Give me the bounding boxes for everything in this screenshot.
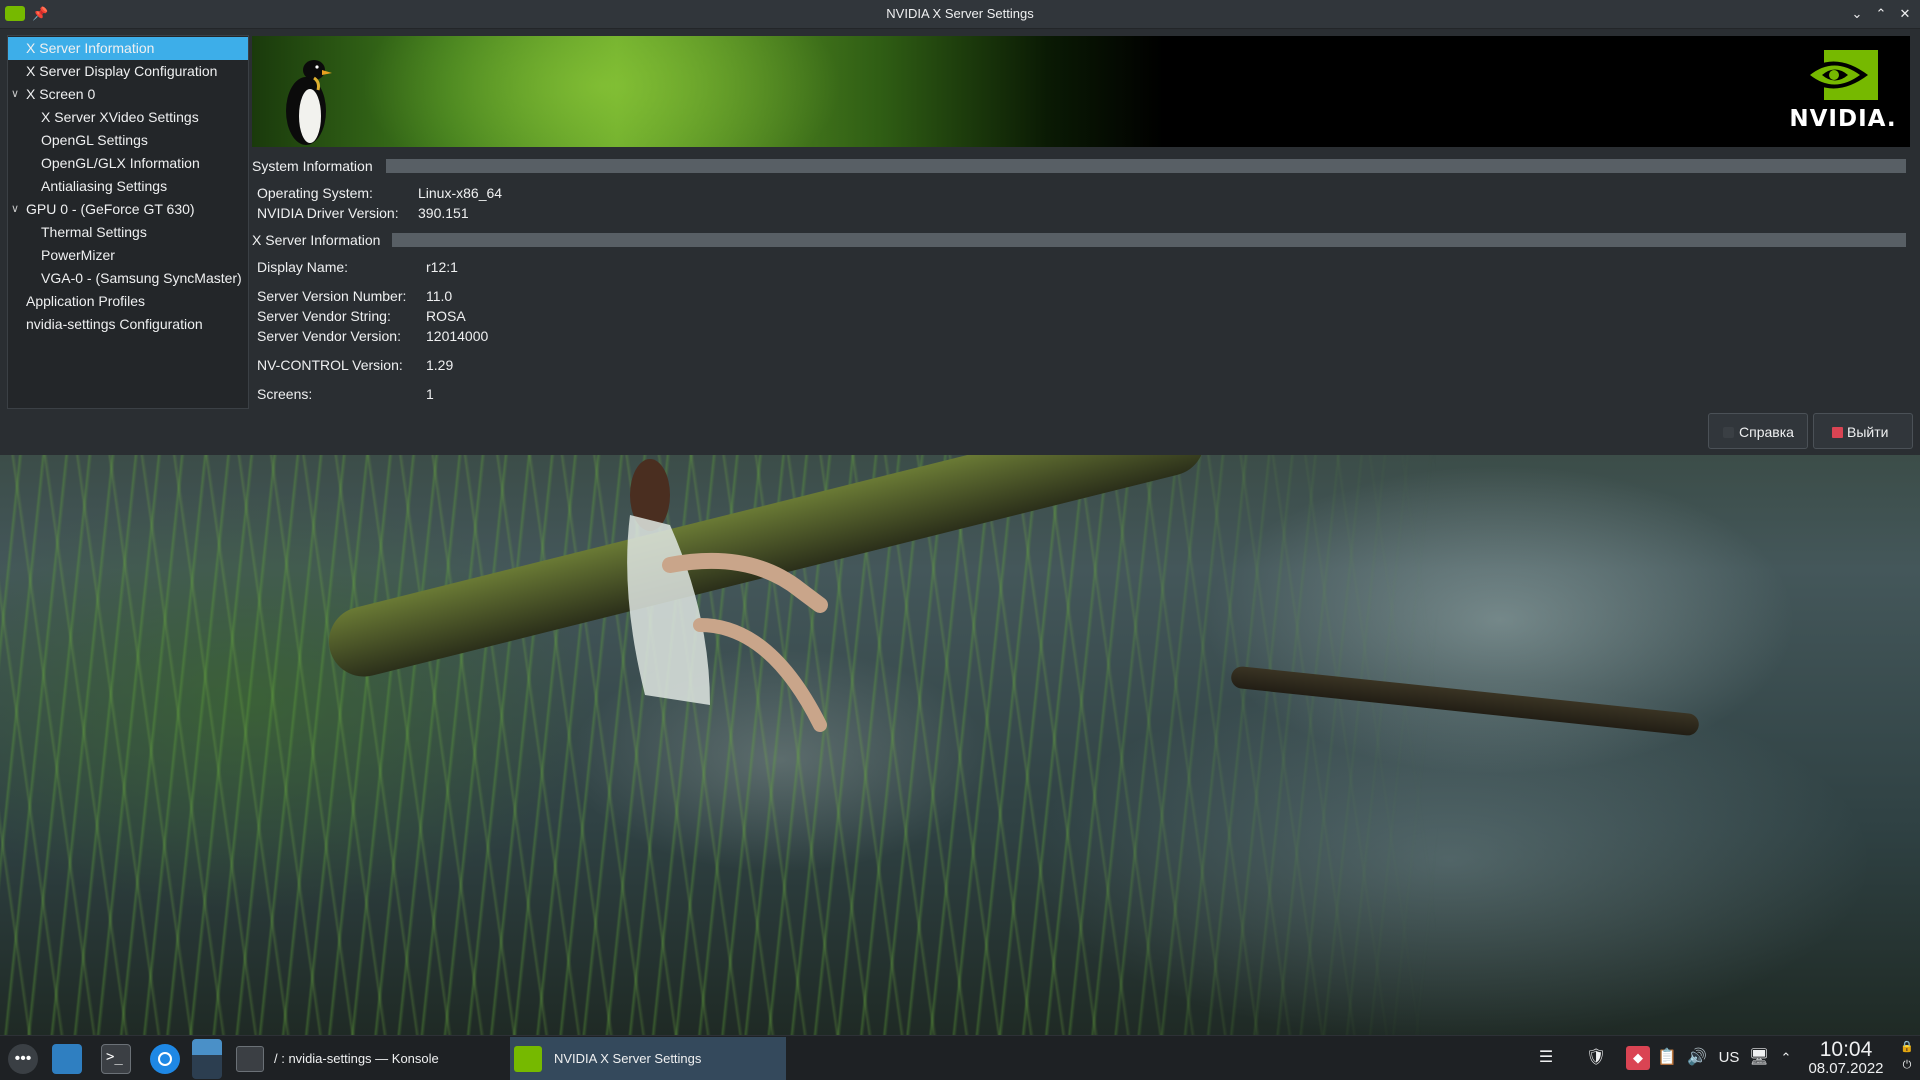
nv-control-version-value: 1.29 xyxy=(426,357,454,373)
sidebar-item-label: Application Profiles xyxy=(26,293,146,309)
quit-icon xyxy=(1832,427,1843,438)
sidebar-tree[interactable]: X Server Information X Server Display Co… xyxy=(7,35,249,409)
launcher-dots-icon: ••• xyxy=(14,1050,32,1067)
terminal-prompt-glyph: >_ xyxy=(106,1049,123,1065)
server-version-value: 11.0 xyxy=(426,288,453,304)
task-label: / : nvidia-settings — Konsole xyxy=(274,1051,439,1066)
display-name-value: r12:1 xyxy=(426,259,458,275)
os-value: Linux-x86_64 xyxy=(418,185,503,201)
security-shield-icon[interactable]: 🛡 xyxy=(1582,1046,1610,1070)
x-server-information-section: X Server Information xyxy=(252,231,1906,249)
os-label: Operating System: xyxy=(257,185,373,201)
sidebar-item-antialiasing-settings[interactable]: Antialiasing Settings xyxy=(8,175,248,198)
chevron-down-icon[interactable]: ∨ xyxy=(11,198,23,221)
quit-button-label: Выйти xyxy=(1847,424,1889,440)
terminal-icon xyxy=(236,1046,264,1072)
nvidia-wordmark: NVIDIA. xyxy=(1789,106,1897,132)
nvidia-app-icon xyxy=(514,1046,542,1072)
sidebar-item-opengl-settings[interactable]: OpenGL Settings xyxy=(8,129,248,152)
nvidia-settings-window: 📌 NVIDIA X Server Settings ⌄ ⌃ ✕ X Serve… xyxy=(0,0,1920,455)
wallpaper-figure xyxy=(627,459,828,732)
server-vendor-string-label: Server Vendor String: xyxy=(257,308,391,324)
sidebar-item-vga-0[interactable]: VGA-0 - (Samsung SyncMaster) xyxy=(8,267,248,290)
sidebar-item-x-server-information[interactable]: X Server Information xyxy=(8,37,248,60)
settings-sliders-icon[interactable]: ☰ xyxy=(1532,1046,1560,1070)
close-button[interactable]: ✕ xyxy=(1895,4,1915,24)
server-vendor-version-label: Server Vendor Version: xyxy=(257,328,401,344)
wallpaper-reeds xyxy=(0,455,1920,1035)
driver-version-value: 390.151 xyxy=(418,205,469,221)
driver-version-label: NVIDIA Driver Version: xyxy=(257,205,399,221)
sidebar-item-x-screen-0[interactable]: ∨ X Screen 0 xyxy=(8,83,248,106)
sidebar-item-label: X Server XVideo Settings xyxy=(41,109,199,125)
help-button-label: Справка xyxy=(1739,424,1794,440)
sidebar-item-label: Thermal Settings xyxy=(41,224,147,240)
display-name-label: Display Name: xyxy=(257,259,349,275)
quit-button[interactable]: Выйти xyxy=(1813,413,1913,449)
sidebar-item-label: X Server Information xyxy=(26,40,155,56)
sidebar-item-label: OpenGL Settings xyxy=(41,132,148,148)
file-manager-icon[interactable] xyxy=(52,1044,82,1074)
app-launcher-icon[interactable]: ••• xyxy=(8,1044,38,1074)
network-icon[interactable]: 🖥 xyxy=(1748,1046,1770,1070)
sidebar-item-label: X Server Display Configuration xyxy=(26,63,218,79)
screens-value: 1 xyxy=(426,386,434,402)
nvidia-logo: NVIDIA. xyxy=(1788,50,1898,138)
clock-date[interactable]: 08.07.2022 xyxy=(1806,1060,1886,1078)
sidebar-item-label: nvidia-settings Configuration xyxy=(26,316,203,332)
nv-control-version-label: NV-CONTROL Version: xyxy=(257,357,403,373)
server-vendor-version-value: 12014000 xyxy=(426,328,489,344)
sidebar-item-label: GPU 0 - (GeForce GT 630) xyxy=(26,201,195,217)
section-divider-bar xyxy=(386,159,1906,173)
clock-time[interactable]: 10:04 xyxy=(1815,1039,1877,1061)
browser-icon[interactable] xyxy=(150,1044,180,1074)
window-titlebar[interactable]: 📌 NVIDIA X Server Settings ⌄ ⌃ ✕ xyxy=(0,0,1920,29)
server-vendor-string-value: ROSA xyxy=(426,308,466,324)
banner-glow xyxy=(342,36,862,147)
sidebar-item-thermal-settings[interactable]: Thermal Settings xyxy=(8,221,248,244)
taskbar: ••• >_ / : nvidia-settings — Konsole NVI… xyxy=(0,1035,1920,1080)
chevron-down-icon[interactable]: ∨ xyxy=(11,83,23,106)
task-konsole[interactable]: / : nvidia-settings — Konsole xyxy=(232,1037,508,1080)
chevron-up-icon[interactable]: ⌃ xyxy=(1776,1046,1796,1070)
sidebar-item-xvideo-settings[interactable]: X Server XVideo Settings xyxy=(8,106,248,129)
power-icon[interactable]: ⏻ xyxy=(1898,1058,1916,1080)
sidebar-item-powermizer[interactable]: PowerMizer xyxy=(8,244,248,267)
sidebar-item-nvidia-settings-configuration[interactable]: nvidia-settings Configuration xyxy=(8,313,248,336)
sidebar-item-display-configuration[interactable]: X Server Display Configuration xyxy=(8,60,248,83)
sidebar-item-application-profiles[interactable]: Application Profiles xyxy=(8,290,248,313)
screens-label: Screens: xyxy=(257,386,313,402)
nvidia-eye-icon xyxy=(1802,50,1878,100)
volume-icon[interactable]: 🔊 xyxy=(1686,1046,1708,1070)
window-title: NVIDIA X Server Settings xyxy=(886,6,1034,21)
section-divider-bar xyxy=(392,233,1906,247)
server-version-label: Server Version Number: xyxy=(257,288,407,304)
update-notifier-icon[interactable]: ◆ xyxy=(1626,1046,1650,1070)
nvidia-banner: NVIDIA. xyxy=(252,36,1910,147)
maximize-button[interactable]: ⌃ xyxy=(1871,4,1891,24)
section-heading: X Server Information xyxy=(252,231,385,249)
pager-icon[interactable] xyxy=(192,1039,222,1079)
help-button[interactable]: Справка xyxy=(1708,413,1808,449)
terminal-icon[interactable]: >_ xyxy=(101,1044,131,1074)
clipboard-icon[interactable]: 📋 xyxy=(1656,1046,1678,1070)
penguin-icon xyxy=(286,60,332,145)
keyboard-layout-indicator[interactable]: US xyxy=(1714,1046,1744,1070)
sidebar-item-label: Antialiasing Settings xyxy=(41,178,168,194)
section-heading: System Information xyxy=(252,157,377,175)
help-icon xyxy=(1723,427,1734,438)
sidebar-item-label: OpenGL/GLX Information xyxy=(41,155,200,171)
sidebar-item-opengl-glx-information[interactable]: OpenGL/GLX Information xyxy=(8,152,248,175)
sidebar-item-label: VGA-0 - (Samsung SyncMaster) xyxy=(41,270,242,286)
minimize-button[interactable]: ⌄ xyxy=(1847,4,1867,24)
sidebar-item-gpu-0[interactable]: ∨ GPU 0 - (GeForce GT 630) xyxy=(8,198,248,221)
browser-ring-glyph xyxy=(158,1052,172,1066)
task-label: NVIDIA X Server Settings xyxy=(554,1051,702,1066)
sidebar-item-label: PowerMizer xyxy=(41,247,115,263)
sidebar-item-label: X Screen 0 xyxy=(26,86,96,102)
system-information-section: System Information xyxy=(252,157,1906,175)
task-nvidia-settings[interactable]: NVIDIA X Server Settings xyxy=(510,1037,786,1080)
